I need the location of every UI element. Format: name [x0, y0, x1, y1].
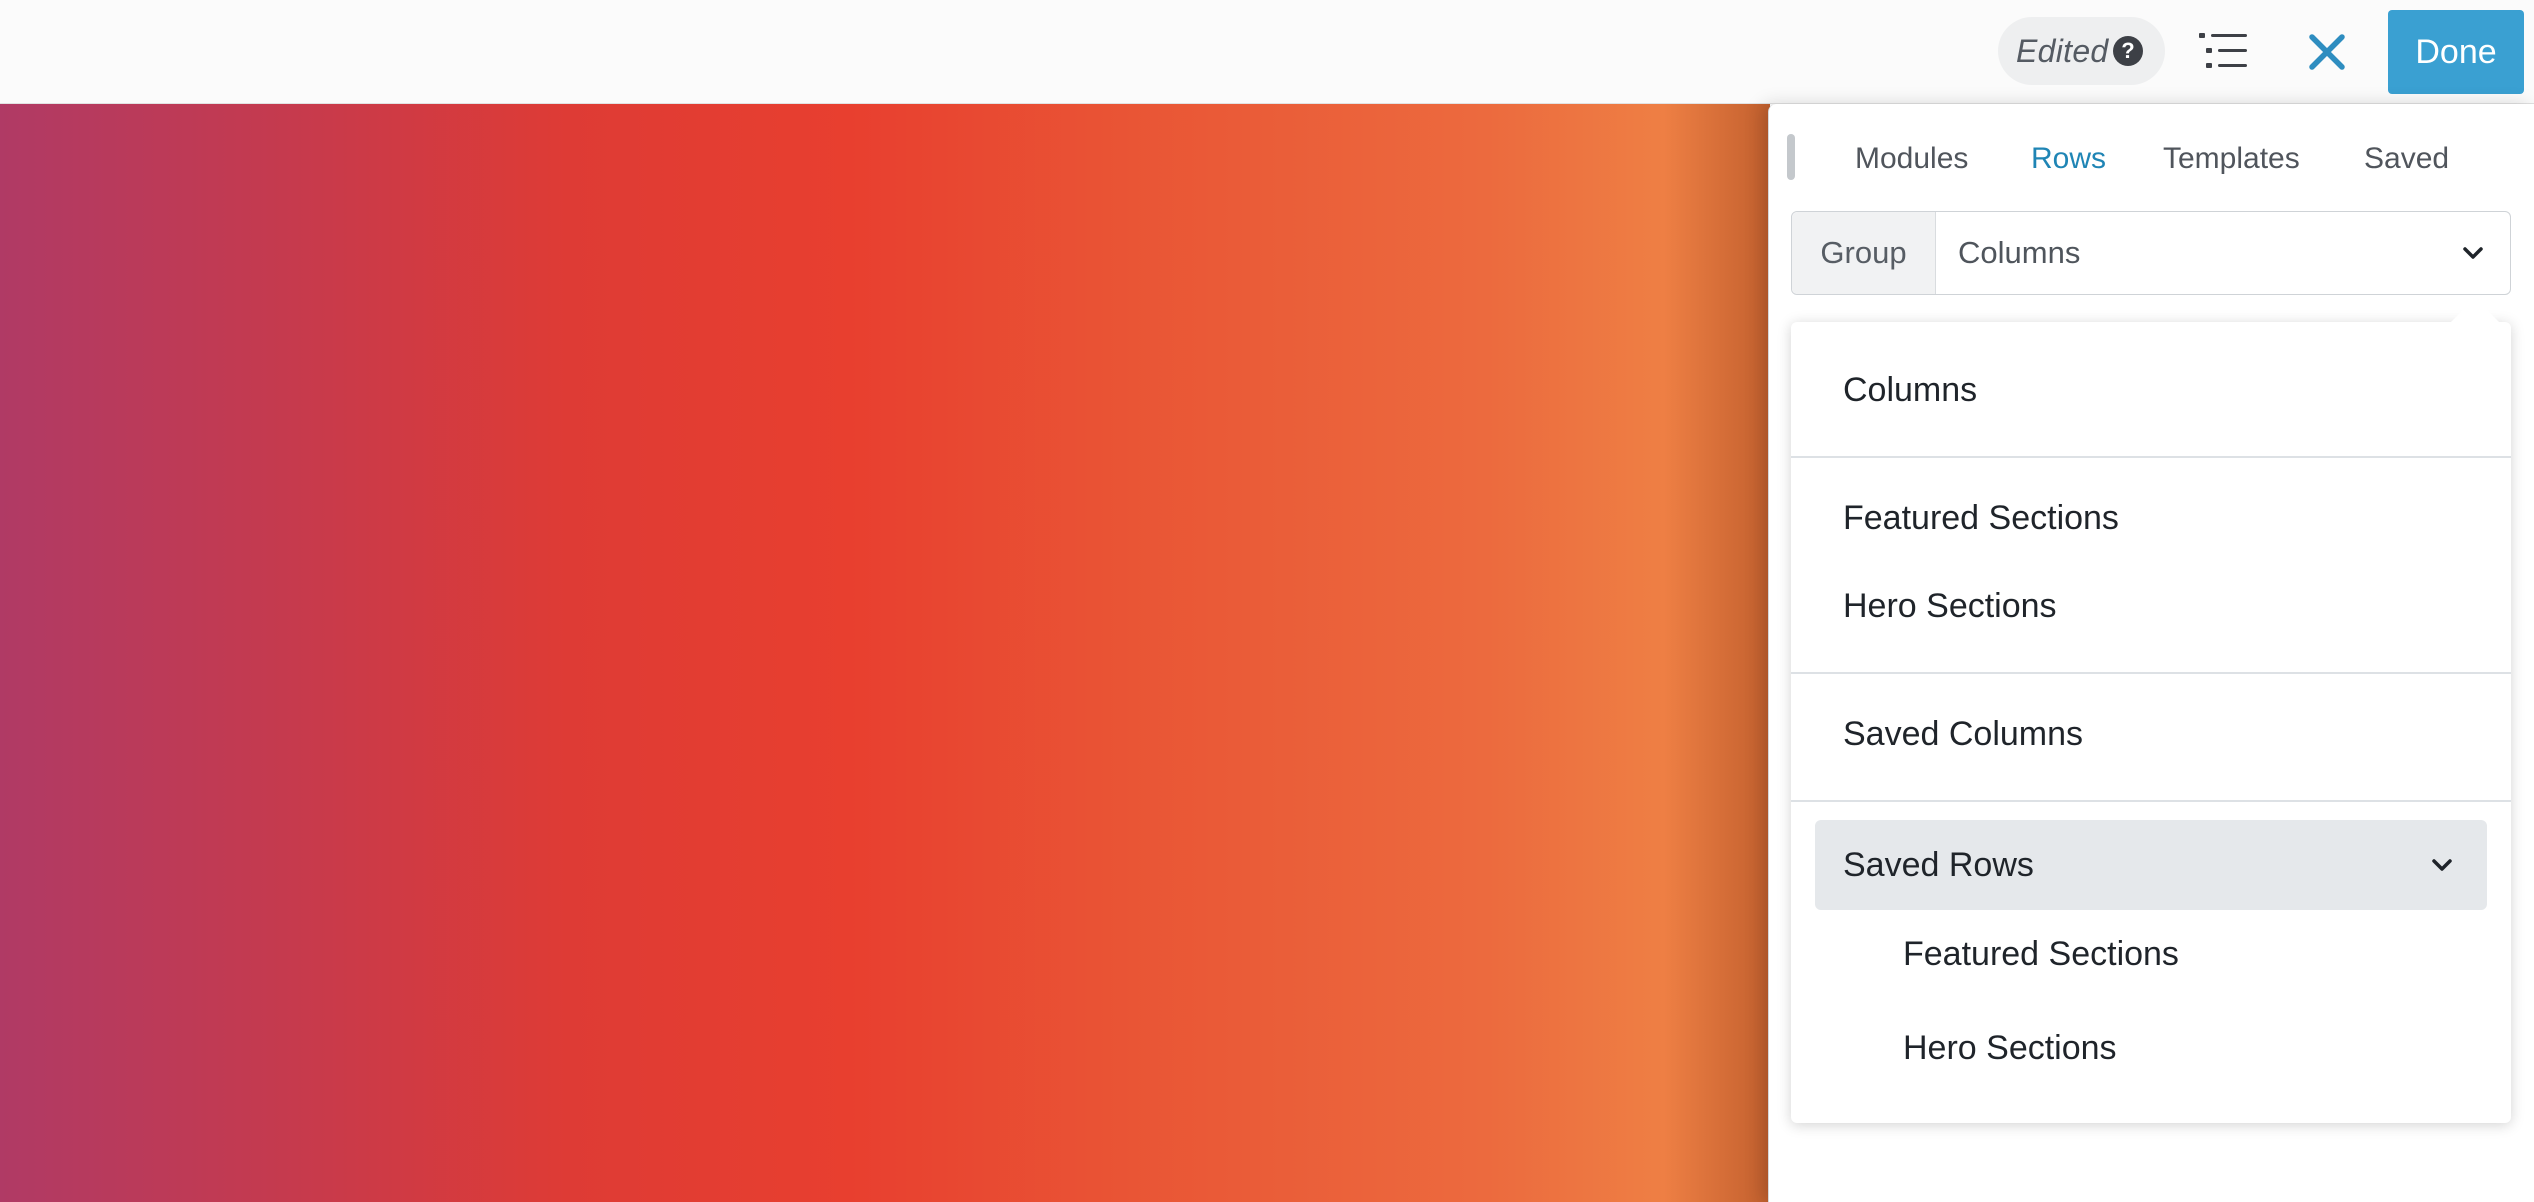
chevron-down-icon[interactable] [2429, 852, 2455, 878]
page-canvas [0, 104, 1770, 1202]
question-circle-icon[interactable]: ? [2113, 36, 2143, 66]
tab-templates[interactable]: Templates [2163, 142, 2300, 176]
tab-saved[interactable]: Saved [2364, 142, 2449, 176]
menu-divider [1791, 800, 2511, 802]
group-select-value[interactable]: Columns [1958, 212, 2080, 294]
menu-item-featured-sections[interactable]: Featured Sections [1791, 490, 2511, 546]
group-select-label: Group [1792, 212, 1936, 294]
group-dropdown-menu: Columns Featured Sections Hero Sections … [1791, 298, 2511, 1123]
close-icon[interactable] [2307, 32, 2347, 72]
menu-item-saved-columns[interactable]: Saved Columns [1791, 706, 2511, 762]
tab-modules[interactable]: Modules [1855, 142, 1968, 176]
submenu-item-hero-sections[interactable]: Hero Sections [1791, 1020, 2511, 1076]
menu-item-columns[interactable]: Columns [1791, 362, 2511, 418]
edited-status-text: Edited [2016, 32, 2109, 69]
panel-tabs: Modules Rows Templates Saved [1769, 104, 2534, 208]
group-select[interactable]: Group Columns [1791, 211, 2511, 295]
menu-group-saved-rows[interactable]: Saved Rows [1815, 820, 2487, 910]
menu-group-saved-rows-label: Saved Rows [1843, 846, 2034, 884]
edited-status-pill[interactable]: Edited ? [1998, 17, 2165, 85]
dropdown-caret [2451, 298, 2499, 322]
content-panel: Modules Rows Templates Saved Group Colum… [1768, 104, 2534, 1202]
chevron-down-icon[interactable] [2460, 240, 2486, 266]
menu-divider [1791, 456, 2511, 458]
submenu-item-featured-sections[interactable]: Featured Sections [1791, 926, 2511, 982]
top-toolbar: Edited ? Done [0, 0, 2534, 104]
outline-list-icon[interactable] [2198, 31, 2248, 71]
tab-rows[interactable]: Rows [2031, 142, 2106, 176]
menu-divider [1791, 672, 2511, 674]
menu-item-hero-sections[interactable]: Hero Sections [1791, 578, 2511, 634]
done-button[interactable]: Done [2388, 10, 2524, 94]
